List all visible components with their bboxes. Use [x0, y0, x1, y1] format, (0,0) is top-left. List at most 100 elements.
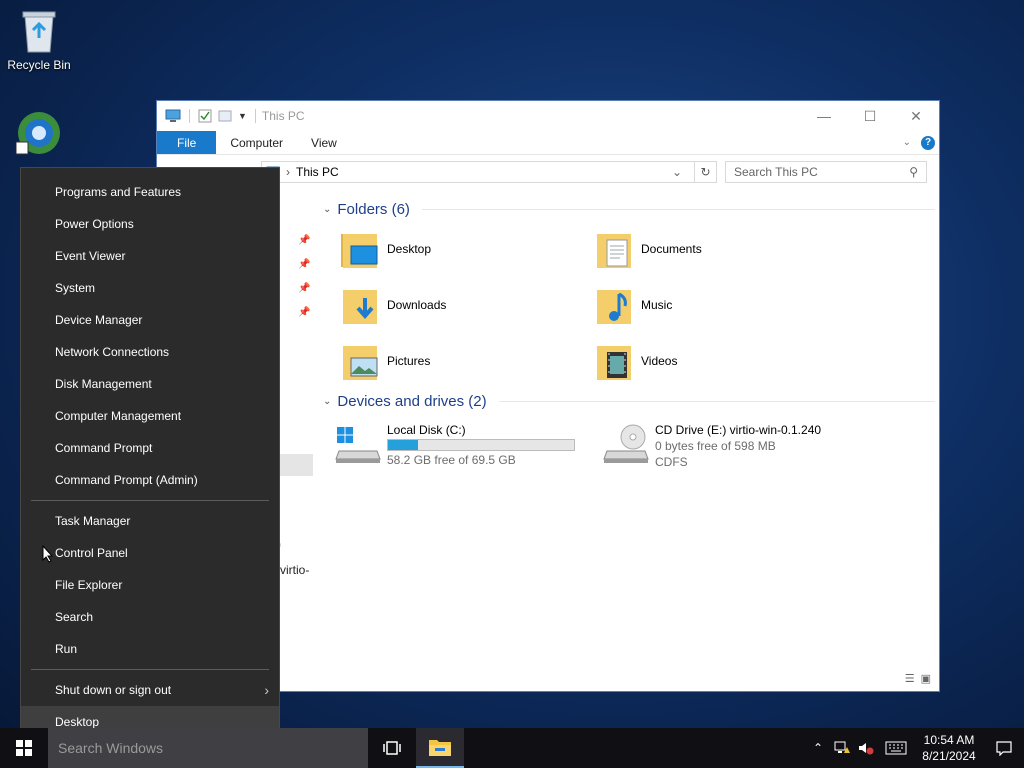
menu-item-system[interactable]: System [21, 272, 279, 304]
local-disk-icon [335, 427, 381, 463]
music-folder-icon [597, 290, 631, 324]
collapse-chevron-icon: ⌄ [323, 395, 332, 407]
desktop-icon-support[interactable] [1, 110, 77, 160]
desktop-icon-recycle-bin[interactable]: Recycle Bin [1, 8, 77, 72]
file-explorer-taskbar-button[interactable] [416, 728, 464, 768]
menu-item-label: Shut down or sign out [55, 683, 172, 697]
expand-ribbon-icon[interactable]: ⌄ [903, 137, 911, 148]
view-switcher: ☰ ▣ [905, 672, 931, 685]
start-button[interactable] [0, 728, 48, 768]
support-shortcut-icon [16, 112, 60, 155]
folder-item-downloads[interactable]: Downloads [339, 283, 593, 327]
menu-item-command-prompt[interactable]: Command Prompt [21, 432, 279, 464]
title-bar: ▼ This PC — ☐ ✕ [157, 101, 939, 131]
power-user-menu: Programs and Features Power Options Even… [20, 167, 280, 746]
menu-divider [31, 500, 269, 501]
drive-free-space: 0 bytes free of 598 MB [655, 439, 776, 453]
folder-list: Desktop Documents Downloads Music Pictur… [323, 221, 935, 383]
divider [254, 109, 256, 123]
pin-icon: 📌 [298, 307, 311, 318]
windows-logo-icon [16, 740, 32, 756]
divider [189, 109, 190, 123]
refresh-icon[interactable]: ↻ [694, 162, 716, 182]
keyboard-icon[interactable] [878, 741, 914, 755]
taskbar-search-input[interactable]: Search Windows [48, 728, 368, 768]
chevron-up-icon[interactable]: ⌃ [806, 741, 830, 755]
recycle-bin-icon [22, 11, 56, 53]
drive-free-space: 58.2 GB free of 69.5 GB [387, 453, 516, 467]
menu-item-device-manager[interactable]: Device Manager [21, 304, 279, 336]
pin-icon: 📌 [298, 235, 311, 246]
action-center-button[interactable] [984, 740, 1024, 756]
help-icon[interactable]: ? [921, 135, 935, 150]
details-view-icon[interactable]: ☰ [905, 672, 915, 685]
folder-item-documents[interactable]: Documents [593, 227, 847, 271]
folder-label: Documents [641, 242, 702, 256]
cd-drive-icon [603, 424, 649, 463]
properties-icon[interactable] [198, 109, 212, 123]
close-button[interactable]: ✕ [893, 101, 939, 131]
menu-item-network-connections[interactable]: Network Connections [21, 336, 279, 368]
search-placeholder: Search This PC [734, 165, 818, 179]
search-input[interactable]: Search This PC ⚲ [725, 161, 927, 183]
menu-item-disk-management[interactable]: Disk Management [21, 368, 279, 400]
computer-icon [165, 109, 181, 122]
folder-item-music[interactable]: Music [593, 283, 847, 327]
new-folder-icon[interactable] [218, 109, 232, 123]
folder-item-desktop[interactable]: Desktop [339, 227, 593, 271]
tab-view[interactable]: View [297, 131, 351, 154]
menu-item-file-explorer[interactable]: File Explorer [21, 569, 279, 601]
menu-item-task-manager[interactable]: Task Manager [21, 505, 279, 537]
pin-icon: 📌 [298, 259, 311, 270]
breadcrumb[interactable]: This PC [296, 165, 339, 179]
address-bar[interactable]: › This PC ⌄ ↻ [261, 161, 717, 183]
minimize-button[interactable]: — [801, 101, 847, 131]
folder-item-pictures[interactable]: Pictures [339, 339, 593, 383]
quick-access-toolbar: ▼ [165, 109, 258, 123]
drive-item-cd-drive[interactable]: CD Drive (E:) virtio-win-0.1.240 0 bytes… [603, 421, 857, 469]
menu-item-control-panel[interactable]: Control Panel [21, 537, 279, 569]
tab-file[interactable]: File [157, 131, 217, 154]
folder-item-videos[interactable]: Videos [593, 339, 847, 383]
documents-folder-icon [597, 234, 631, 268]
desktop-folder-icon [341, 234, 378, 268]
volume-muted-icon[interactable] [854, 741, 878, 755]
menu-item-command-prompt-admin[interactable]: Command Prompt (Admin) [21, 464, 279, 496]
customize-qat-icon[interactable]: ▼ [238, 111, 247, 121]
drive-name: CD Drive (E:) virtio-win-0.1.240 [655, 423, 822, 437]
menu-item-shut-down[interactable]: Shut down or sign out › [21, 674, 279, 706]
search-icon: ⚲ [909, 165, 918, 179]
system-tray: ⌃ 10:54 AM 8/21/2024 [806, 728, 1024, 768]
group-title: Devices and drives (2) [337, 392, 487, 410]
folder-label: Pictures [387, 354, 431, 368]
task-view-button[interactable] [368, 728, 416, 768]
desktop-icon-label: Recycle Bin [7, 58, 71, 72]
notification-icon [996, 741, 1012, 756]
menu-item-computer-management[interactable]: Computer Management [21, 400, 279, 432]
menu-item-run[interactable]: Run [21, 633, 279, 665]
tab-computer[interactable]: Computer [216, 131, 297, 154]
folder-label: Music [641, 298, 673, 312]
chevron-right-icon: › [264, 682, 269, 698]
menu-item-event-viewer[interactable]: Event Viewer [21, 240, 279, 272]
network-warning-icon[interactable] [830, 741, 854, 755]
task-view-icon [383, 741, 401, 755]
drive-item-local-disk[interactable]: Local Disk (C:) 58.2 GB free of 69.5 GB [335, 421, 589, 469]
nav-item-partial-label: virtio- [280, 563, 310, 577]
breadcrumb-separator-icon: › [286, 165, 290, 179]
large-icons-view-icon[interactable]: ▣ [921, 672, 931, 685]
menu-item-power-options[interactable]: Power Options [21, 208, 279, 240]
folders-group-header[interactable]: ⌄ Folders (6) [323, 197, 935, 221]
maximize-button[interactable]: ☐ [847, 101, 893, 131]
collapse-chevron-icon: ⌄ [323, 203, 332, 215]
taskbar-clock[interactable]: 10:54 AM 8/21/2024 [914, 732, 984, 764]
drives-group-header[interactable]: ⌄ Devices and drives (2) [323, 389, 935, 413]
clock-time: 10:54 AM [923, 733, 975, 747]
taskbar-search-placeholder: Search Windows [58, 740, 164, 756]
menu-item-programs-and-features[interactable]: Programs and Features [21, 176, 279, 208]
taskbar: Search Windows ⌃ 10:54 AM 8/21/2024 [0, 728, 1024, 768]
pictures-folder-icon [343, 346, 378, 380]
folder-label: Videos [641, 354, 678, 368]
address-history-icon[interactable]: ⌄ [666, 165, 688, 179]
menu-item-search[interactable]: Search [21, 601, 279, 633]
